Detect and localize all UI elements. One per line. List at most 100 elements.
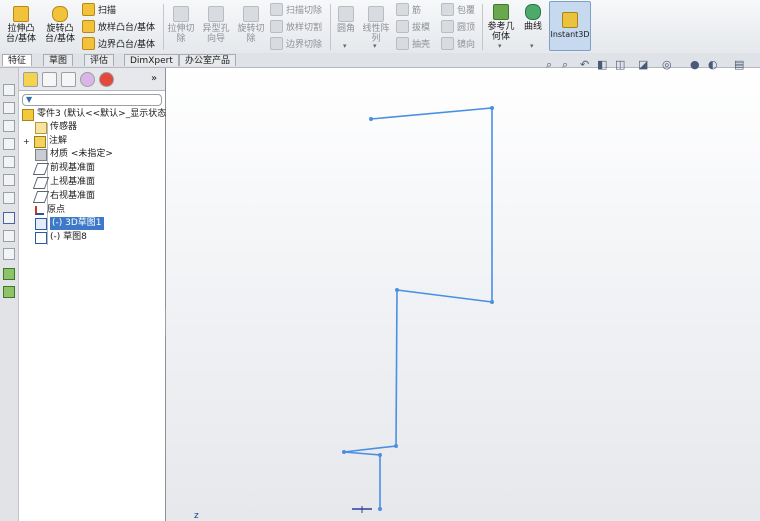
tree-item-top-plane[interactable]: 上视基准面 bbox=[32, 176, 95, 189]
property-manager-tab-icon[interactable] bbox=[42, 72, 57, 87]
dome-icon bbox=[441, 20, 454, 33]
smart-dimension-icon[interactable] bbox=[3, 230, 15, 242]
curves-icon bbox=[525, 4, 541, 20]
appearance-tab-icon[interactable] bbox=[99, 72, 114, 87]
display-style-icon[interactable]: ◪ bbox=[638, 58, 648, 72]
sweep-button[interactable]: 扫描 bbox=[82, 3, 116, 16]
sketch-canvas bbox=[342, 106, 494, 513]
sketch-vertex[interactable] bbox=[490, 300, 494, 304]
expand-toggle[interactable]: + bbox=[23, 135, 31, 148]
view-icon[interactable] bbox=[3, 174, 15, 186]
chevron-down-icon[interactable]: ▾ bbox=[530, 42, 534, 50]
sketch-vertex[interactable] bbox=[490, 106, 494, 110]
tab-office-products[interactable]: 办公室产品 bbox=[179, 54, 237, 66]
boundary-boss-label: 边界凸台/基体 bbox=[98, 40, 156, 50]
hide-show-items-icon[interactable]: ◎ bbox=[662, 58, 672, 72]
feature-manager-tab-icon[interactable] bbox=[23, 72, 38, 87]
tree-item-label: 原点 bbox=[47, 205, 66, 215]
boundary-cut-button[interactable]: 边界切除 bbox=[270, 37, 322, 50]
tree-item-sensors[interactable]: 传感器 bbox=[35, 121, 77, 134]
zoom-area-icon[interactable]: ⌕ bbox=[562, 58, 568, 72]
plane-icon bbox=[32, 190, 50, 203]
tab-evaluate[interactable]: 评估 bbox=[84, 54, 115, 66]
swept-cut-button[interactable]: 扫描切除 bbox=[270, 3, 322, 16]
tree-item-front-plane[interactable]: 前视基准面 bbox=[32, 162, 95, 175]
draft-button[interactable]: 拔模 bbox=[396, 20, 430, 33]
tree-item-origin[interactable]: 原点 bbox=[35, 204, 65, 217]
chevron-down-icon[interactable]: ▾ bbox=[343, 42, 347, 50]
tree-item-material[interactable]: 材质 <未指定> bbox=[35, 148, 113, 161]
instant3d-button[interactable]: Instant3D bbox=[549, 1, 591, 51]
extrude-boss-button[interactable]: 拉伸凸 台/基体 bbox=[4, 6, 38, 44]
fillet-button[interactable]: 圆角 bbox=[334, 6, 358, 34]
revolve-boss-button[interactable]: 旋转凸 台/基体 bbox=[42, 6, 78, 44]
view-icon[interactable] bbox=[3, 138, 15, 150]
tree-item-annotations[interactable]: + 注解 bbox=[23, 135, 67, 148]
mirror-button[interactable]: 镜向 bbox=[441, 37, 475, 50]
zoom-to-fit-icon[interactable]: ⌕ bbox=[546, 58, 552, 72]
tree-item-label: 右视基准面 bbox=[50, 191, 96, 201]
extrude-cut-button[interactable]: 拉伸切 除 bbox=[166, 6, 196, 44]
tree-item-3d-sketch[interactable]: (-) 3D草图1 bbox=[35, 217, 104, 230]
view-orientation-icon[interactable]: ◫ bbox=[615, 58, 625, 72]
tab-dimxpert[interactable]: DimXpert bbox=[124, 54, 179, 66]
revolve-cut-button[interactable]: 旋转切 除 bbox=[236, 6, 266, 44]
swept-cut-label: 扫描切除 bbox=[286, 6, 323, 16]
tab-sketch[interactable]: 草图 bbox=[43, 54, 74, 66]
wrap-button[interactable]: 包覆 bbox=[441, 3, 475, 16]
dome-button[interactable]: 圆顶 bbox=[441, 20, 475, 33]
boundary-boss-button[interactable]: 边界凸台/基体 bbox=[82, 37, 155, 50]
view-icon[interactable] bbox=[3, 192, 15, 204]
chevron-down-icon[interactable]: ▾ bbox=[373, 42, 377, 50]
dimxpert-tab-icon[interactable] bbox=[80, 72, 95, 87]
tab-features[interactable]: 特征 bbox=[2, 54, 33, 66]
3d-sketch-polyline[interactable] bbox=[343, 107, 493, 509]
view-settings-icon[interactable]: ▤ bbox=[734, 58, 744, 72]
tree-item-sketch8[interactable]: (-) 草图8 bbox=[35, 231, 87, 244]
sketch-color-icon[interactable] bbox=[3, 268, 15, 280]
view-icon[interactable] bbox=[3, 120, 15, 132]
shell-button[interactable]: 抽壳 bbox=[396, 37, 430, 50]
sketch-color-icon[interactable] bbox=[3, 286, 15, 298]
section-view-icon[interactable]: ◧ bbox=[597, 58, 607, 72]
panel-tabs: » bbox=[19, 68, 165, 91]
sweep-icon bbox=[82, 3, 95, 16]
sketch-vertex[interactable] bbox=[394, 444, 398, 448]
sketch-vertex[interactable] bbox=[378, 507, 382, 511]
graphics-viewport[interactable]: z bbox=[166, 68, 760, 521]
revolve-boss-icon bbox=[52, 6, 68, 22]
3d-sketch-icon bbox=[35, 217, 47, 230]
sketch-vertex[interactable] bbox=[395, 288, 399, 292]
draft-icon bbox=[396, 20, 409, 33]
extrude-boss-label: 拉伸凸 台/基体 bbox=[5, 24, 37, 44]
loft-boss-button[interactable]: 放样凸台/基体 bbox=[82, 20, 155, 33]
hole-wizard-button[interactable]: 异型孔 向导 bbox=[200, 6, 232, 44]
edit-appearance-icon[interactable]: ● bbox=[690, 58, 700, 72]
filter-icon: ▼ bbox=[26, 95, 33, 104]
apply-scene-icon[interactable]: ◐ bbox=[708, 58, 718, 72]
chevron-down-icon[interactable]: ▾ bbox=[498, 42, 502, 50]
rib-button[interactable]: 筋 bbox=[396, 3, 421, 16]
relations-icon[interactable] bbox=[3, 248, 15, 260]
tree-filter-input[interactable]: ▼ bbox=[22, 94, 162, 106]
panel-tabs-overflow[interactable]: » bbox=[151, 73, 157, 84]
view-icon[interactable] bbox=[3, 84, 15, 96]
configuration-manager-tab-icon[interactable] bbox=[61, 72, 76, 87]
sketch-vertex[interactable] bbox=[342, 450, 346, 454]
tree-item-label: 传感器 bbox=[50, 122, 78, 132]
view-icon[interactable] bbox=[3, 156, 15, 168]
rib-icon bbox=[396, 3, 409, 16]
sketch-vertex[interactable] bbox=[369, 117, 373, 121]
lofted-cut-button[interactable]: 放样切割 bbox=[270, 20, 322, 33]
loft-boss-label: 放样凸台/基体 bbox=[98, 23, 156, 33]
linear-pattern-button[interactable]: 线性阵 列 bbox=[361, 6, 391, 44]
reference-geometry-label: 参考几 何体 bbox=[487, 22, 515, 42]
previous-view-icon[interactable]: ↶ bbox=[580, 58, 589, 72]
sketch-tool-icon[interactable] bbox=[3, 212, 15, 224]
sketch-vertex[interactable] bbox=[378, 453, 382, 457]
tree-root-part[interactable]: 零件3 (默认<<默认>_显示状态 bbox=[22, 108, 166, 121]
curves-button[interactable]: 曲线 bbox=[521, 4, 545, 32]
view-icon[interactable] bbox=[3, 102, 15, 114]
reference-geometry-button[interactable]: 参考几 何体 bbox=[485, 4, 517, 42]
tree-item-right-plane[interactable]: 右视基准面 bbox=[32, 190, 96, 203]
